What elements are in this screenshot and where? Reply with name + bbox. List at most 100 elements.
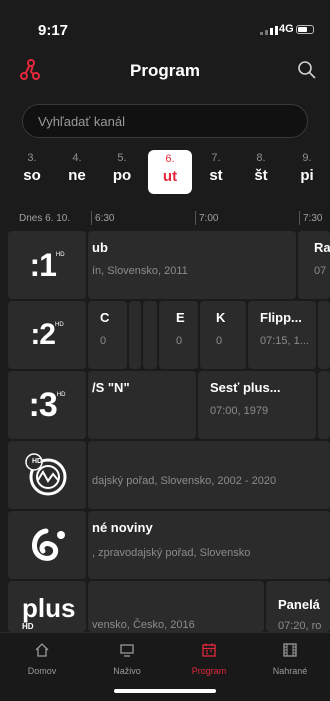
program-subtitle: ín, Slovensko, 2011 [92, 265, 188, 277]
timeline-tick [195, 211, 196, 225]
battery-icon [296, 25, 314, 34]
day-name: pi [300, 167, 314, 184]
day-item-st[interactable]: 7. st [197, 152, 235, 184]
channel-logo-2[interactable]: :2 HD [8, 301, 86, 369]
search-icon[interactable] [297, 60, 317, 80]
tab-nazivo[interactable]: Naživo [97, 642, 157, 676]
program-title: ub [92, 240, 108, 255]
tab-label: Program [191, 666, 227, 676]
program-title: /S "N" [92, 380, 130, 395]
timeline-tick [299, 211, 300, 225]
channel-logo-6[interactable]: plus HD [8, 581, 86, 632]
day-number: 9. [302, 152, 312, 164]
program-title: C [100, 310, 110, 325]
program-tile[interactable]: Sesť plus... 07:00, 1979 [198, 371, 316, 439]
program-tile[interactable]: vensko, Česko, 2016 [88, 581, 264, 632]
page-title: Program [130, 61, 200, 80]
search-input[interactable] [23, 105, 298, 129]
day-item-ut[interactable]: 6. ut [148, 150, 192, 194]
channel-logo-text: :1 [29, 246, 56, 283]
day-name: ne [68, 167, 86, 184]
day-item-st2[interactable]: 8. št [242, 152, 280, 184]
program-tile[interactable]: Panelá 07:20, ro [266, 581, 330, 632]
program-subtitle: vensko, Česko, 2016 [92, 619, 195, 631]
day-name: so [23, 167, 41, 184]
day-name: st [209, 167, 223, 184]
day-number: 4. [72, 152, 82, 164]
program-title: Sesť plus... [210, 380, 281, 395]
program-tile[interactable]: dajský pořad, Slovensko, 2002 - 2020 [88, 441, 330, 509]
tab-domov[interactable]: Domov [12, 642, 72, 676]
day-name: po [112, 167, 132, 184]
program-tile[interactable]: /S "N" [88, 371, 196, 439]
tab-label: Naživo [113, 666, 141, 676]
program-subtitle: 0 [216, 335, 223, 347]
program-tile[interactable] [143, 301, 157, 369]
timeline-time-700: 7:00 [199, 213, 219, 224]
timeline-time-630: 6:30 [95, 213, 115, 224]
program-tile[interactable]: Ra 07 [298, 231, 330, 299]
program-subtitle: 0 [176, 335, 183, 347]
day-number: 8. [256, 152, 266, 164]
channel-logo-swirl-icon [32, 528, 65, 561]
signal-icon [260, 26, 278, 35]
program-tile[interactable] [318, 371, 330, 439]
film-icon [283, 643, 297, 657]
tab-label: Domov [27, 666, 57, 676]
program-title: K [216, 310, 226, 325]
home-indicator [114, 689, 216, 693]
day-number: 7. [211, 152, 221, 164]
program-subtitle: 07:20, ro [278, 620, 322, 632]
program-subtitle: 07:15, 1... [260, 335, 309, 347]
tab-nahrane[interactable]: Nahrané [260, 642, 320, 676]
program-title: E [176, 310, 185, 325]
day-item-pi[interactable]: 9. pi [288, 152, 326, 184]
program-title: Ra [314, 240, 330, 255]
day-number: 5. [117, 152, 127, 164]
channel-logo-circle-icon [25, 453, 67, 496]
status-time: 9:17 [38, 22, 69, 39]
program-subtitle: 0 [100, 335, 107, 347]
program-tile[interactable] [129, 301, 141, 369]
channel-logo-1[interactable]: :1 HD [8, 231, 86, 299]
program-subtitle: dajský pořad, Slovensko, 2002 - 2020 [92, 475, 277, 487]
program-tile[interactable]: Flipp... 07:15, 1... [248, 301, 316, 369]
channel-logo-4[interactable]: HD [8, 441, 86, 509]
day-number: 6. [165, 153, 175, 165]
home-icon [35, 643, 49, 657]
day-name: ut [162, 168, 178, 185]
program-tile[interactable]: ub ín, Slovensko, 2011 [88, 231, 296, 299]
day-item-ne[interactable]: 4. ne [58, 152, 96, 184]
program-tile[interactable]: E 0 [159, 301, 198, 369]
timeline-tick [91, 211, 92, 225]
program-tile[interactable]: C 0 [88, 301, 127, 369]
day-name: št [254, 167, 268, 184]
channel-logo-3[interactable]: :3 HD [8, 371, 86, 439]
channel-logo-hd: HD [22, 621, 34, 631]
channel-search[interactable] [22, 104, 308, 138]
network-type: 4G [279, 23, 294, 35]
program-subtitle: 07 [314, 265, 327, 277]
program-title: né noviny [92, 520, 153, 535]
calendar-icon [202, 643, 216, 657]
program-tile[interactable] [318, 301, 330, 369]
tab-program[interactable]: Program [179, 642, 239, 676]
program-subtitle: , zpravodajský pořad, Slovensko [92, 547, 251, 559]
timeline-date: Dnes 6. 10. [19, 213, 71, 224]
day-number: 3. [27, 152, 37, 164]
timeline-time-730: 7:30 [303, 213, 323, 224]
program-tile[interactable]: né noviny , zpravodajský pořad, Slovensk… [88, 511, 330, 579]
tab-label: Nahrané [272, 666, 308, 676]
channel-logo-text: HD [32, 458, 43, 465]
program-title: Panelá [278, 597, 320, 612]
channel-logo-5[interactable] [8, 511, 86, 579]
program-subtitle: 07:00, 1979 [210, 405, 269, 417]
channel-logo-text: :3 [28, 385, 58, 424]
program-tile[interactable]: K 0 [200, 301, 246, 369]
channel-logo-text: :2 [30, 318, 56, 351]
day-item-so[interactable]: 3. so [13, 152, 51, 184]
monitor-icon [120, 644, 134, 657]
day-item-po[interactable]: 5. po [103, 152, 141, 184]
program-title: Flipp... [260, 310, 302, 325]
channel-logo-text: plus [22, 592, 76, 623]
